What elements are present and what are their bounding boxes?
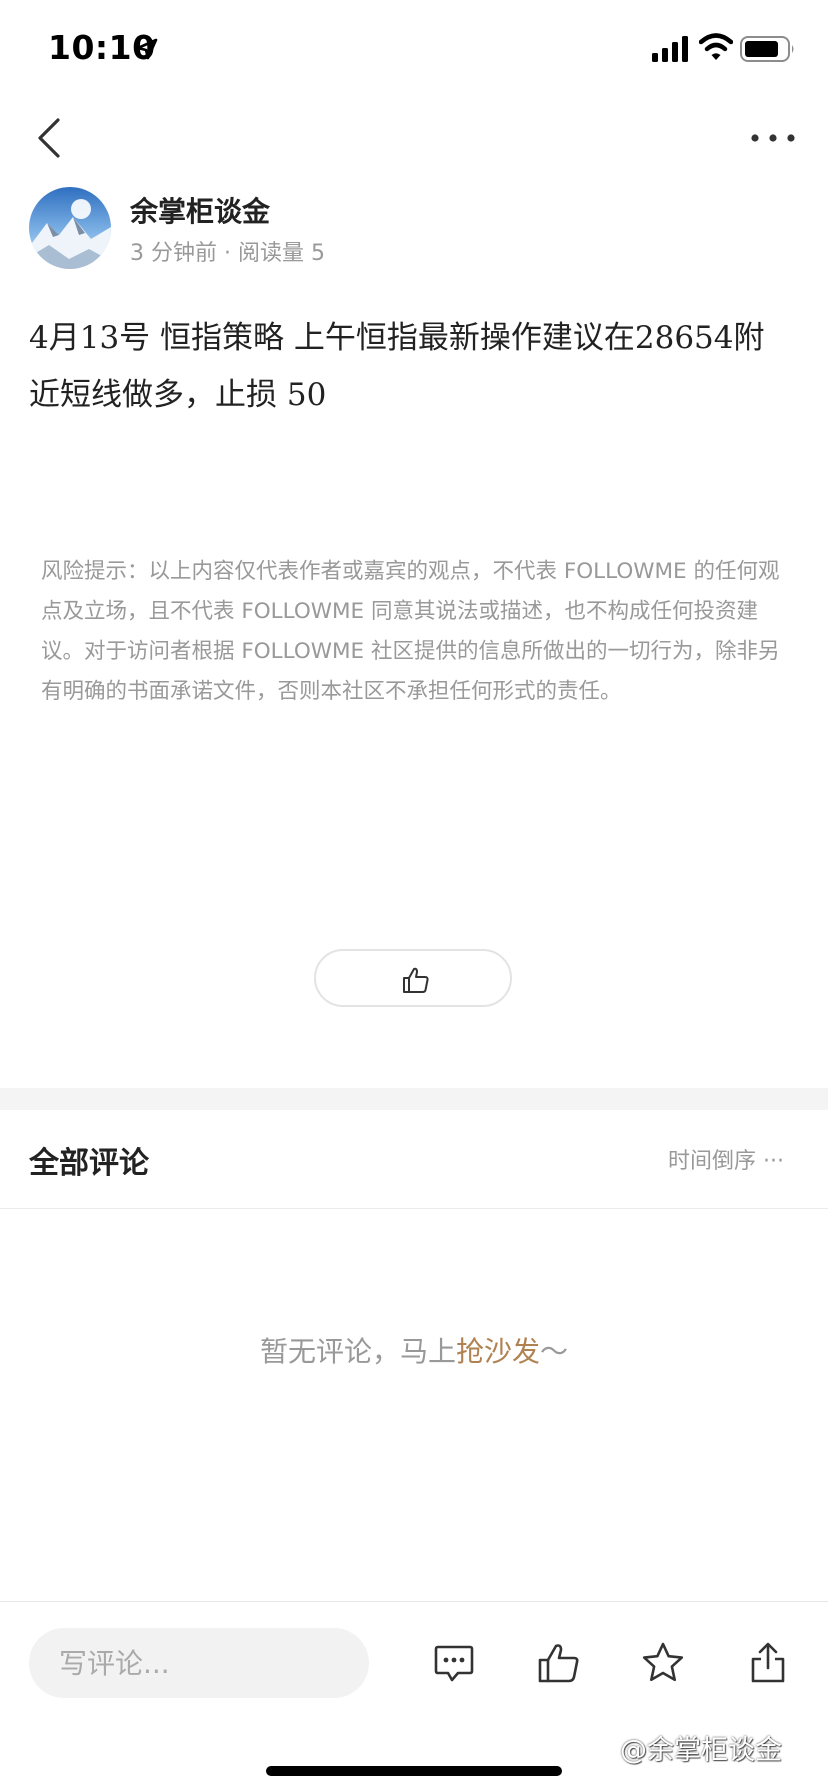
comments-header-divider [0, 1208, 828, 1209]
star-icon[interactable] [641, 1641, 685, 1685]
section-divider [0, 1088, 828, 1110]
post-meta: 3 分钟前 · 阅读量 5 [130, 241, 325, 266]
risk-disclaimer: 风险提示：以上内容仅代表作者或嘉宾的观点，不代表 FOLLOWME 的任何观点及… [41, 559, 780, 704]
empty-comments-suffix: ～ [540, 1335, 569, 1368]
sort-more-icon: ··· [763, 1149, 784, 1174]
battery-icon [740, 36, 794, 62]
share-icon[interactable] [746, 1641, 790, 1685]
cellular-signal-icon [652, 36, 688, 62]
bottom-bar-divider [0, 1601, 828, 1602]
author-name[interactable]: 余掌柜谈金 [130, 190, 270, 230]
article-screen: 10:10 余掌柜谈金 3 分钟前 · 阅读量 5 4月13号 恒指策略 上午恒… [0, 0, 828, 1792]
comment-bubble-icon[interactable] [432, 1641, 476, 1685]
comment-input[interactable] [29, 1628, 369, 1698]
empty-comments-text: 暂无评论，马上 [259, 1335, 456, 1368]
comments-title: 全部评论 [29, 1146, 149, 1181]
sort-order-button[interactable]: 时间倒序 ··· [668, 1143, 784, 1175]
back-arrow-icon[interactable] [30, 112, 70, 164]
avatar-image [29, 187, 111, 269]
status-bar: 10:10 [0, 0, 828, 100]
thumbs-up-icon [403, 967, 429, 993]
wifi-icon [699, 33, 733, 60]
home-indicator [266, 1766, 562, 1776]
more-dots-icon[interactable] [748, 126, 798, 150]
like-button[interactable] [314, 949, 512, 1007]
avatar[interactable] [29, 187, 111, 269]
thumbs-up-icon[interactable] [537, 1641, 581, 1685]
location-arrow-icon [136, 38, 158, 60]
sort-order-label: 时间倒序 [668, 1149, 757, 1174]
empty-comments-message: 暂无评论，马上抢沙发～ [0, 1330, 828, 1370]
watermark: @余掌柜谈金 [620, 1735, 782, 1766]
first-comment-link[interactable]: 抢沙发 [456, 1335, 540, 1368]
post-content: 4月13号 恒指策略 上午恒指最新操作建议在28654附近短线做多，止损 50 [29, 320, 765, 413]
